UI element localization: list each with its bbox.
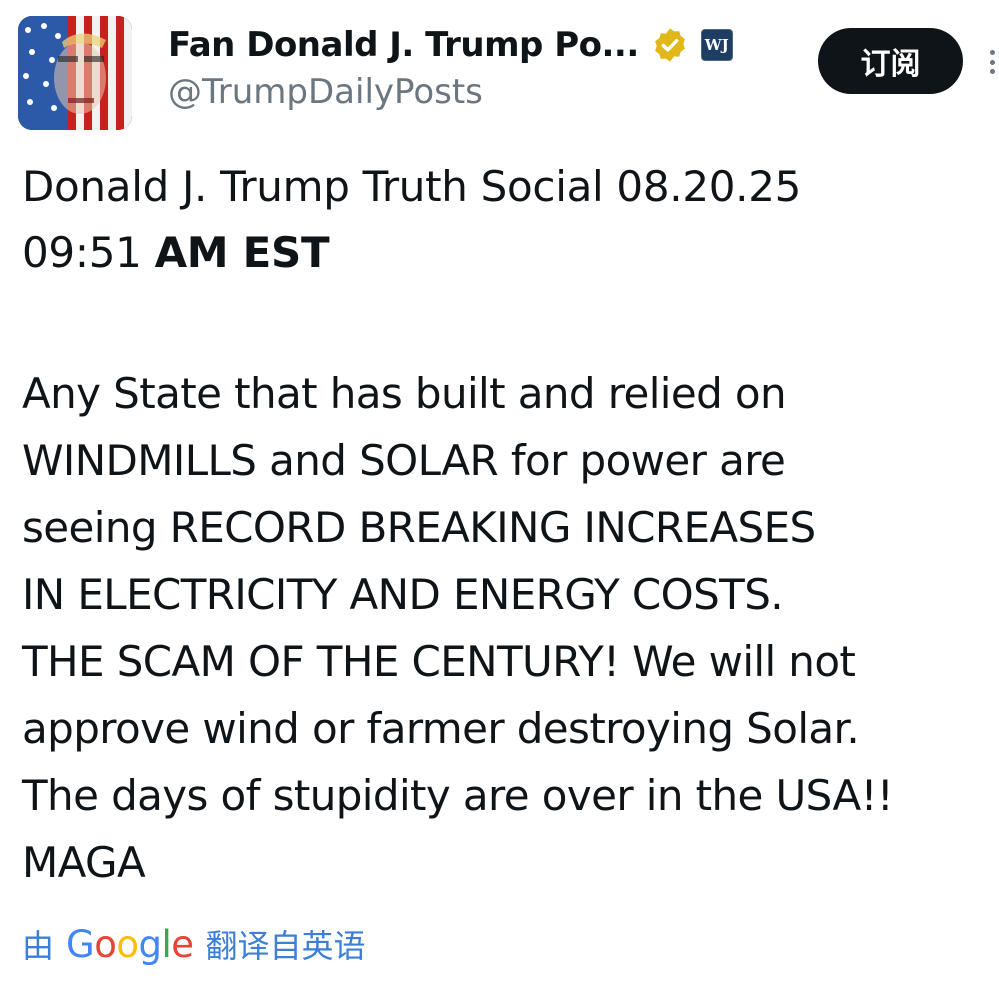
post-line: WINDMILLS and SOLAR for power are: [22, 436, 786, 485]
subscribe-button[interactable]: 订阅: [818, 28, 963, 94]
post-body: Any State that has built and relied on W…: [22, 360, 997, 896]
post-line: MAGA: [22, 838, 146, 887]
avatar[interactable]: [18, 16, 132, 130]
post-title-text: Donald J. Trump Truth Social 08.20.25: [22, 162, 802, 211]
post-time: 09:51: [22, 228, 155, 277]
avatar-image: [18, 16, 132, 130]
google-logo: Google: [66, 922, 194, 966]
translation-row: 由 Google 翻译自英语: [22, 918, 366, 970]
affiliate-badge-icon[interactable]: WJ: [700, 29, 733, 61]
post-title: Donald J. Trump Truth Social 08.20.25 09…: [22, 154, 982, 286]
post-line: Any State that has built and relied on: [22, 369, 787, 418]
author-display-name[interactable]: Fan Donald J. Trump Po...: [168, 25, 639, 65]
post-time-zone: AM EST: [154, 228, 330, 277]
post-line: THE SCAM OF THE CENTURY! We will not: [22, 637, 856, 686]
verified-badge-icon: [651, 26, 689, 64]
post-line: IN ELECTRICITY AND ENERGY COSTS.: [22, 570, 784, 619]
author-name-row: Fan Donald J. Trump Po... WJ: [168, 20, 733, 70]
translation-link[interactable]: 翻译自英语: [206, 921, 366, 967]
post-line: seeing RECORD BREAKING INCREASES: [22, 503, 816, 552]
post-line: The days of stupidity are over in the US…: [22, 771, 894, 820]
more-options-icon[interactable]: [985, 50, 999, 74]
post-line: approve wind or farmer destroying Solar.: [22, 704, 860, 753]
translation-prefix: 由: [22, 927, 55, 965]
author-handle[interactable]: @TrumpDailyPosts: [168, 72, 483, 112]
post-card: Fan Donald J. Trump Po... WJ @TrumpDaily…: [0, 0, 999, 999]
